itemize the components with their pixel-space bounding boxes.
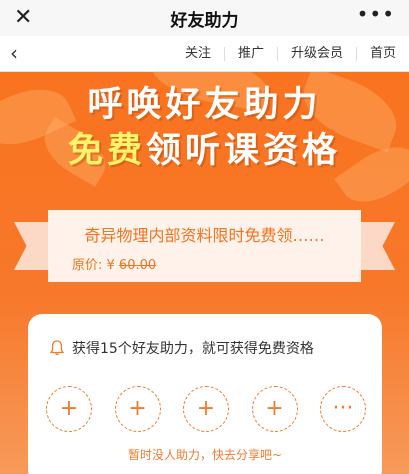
close-icon[interactable]: ✕ — [14, 4, 32, 32]
helper-card: 获得15个好友助力，就可获得免费资格 + + + + ··· 暂时没人助力，快去… — [28, 314, 382, 474]
headline-invite: 呼唤好友助力 — [87, 85, 322, 125]
page-title: 好友助力 — [170, 10, 239, 31]
course-ribbon: 奇异物理内部资料限时免费领…… 原价: ¥ 60.00 — [48, 210, 361, 282]
helper-slots: + + + + ··· — [46, 386, 366, 432]
more-slots-icon[interactable]: ··· — [320, 386, 366, 432]
back-icon[interactable]: ‹ — [10, 41, 18, 65]
more-icon[interactable]: ••• — [357, 2, 395, 26]
headline-rest: 领听课资格 — [146, 131, 342, 171]
helper-slot[interactable]: + — [46, 386, 92, 432]
helper-tip-text: 获得15个好友助力，就可获得免费资格 — [72, 341, 314, 357]
helper-tip: 获得15个好友助力，就可获得免费资格 — [50, 338, 314, 358]
headline-highlight: 免费 — [67, 131, 146, 171]
nav-link-follow[interactable]: 关注 — [172, 47, 224, 61]
nav-link-upgrade[interactable]: 升级会员 — [276, 47, 356, 61]
share-hint: 暂时没人助力，快去分享吧~ — [127, 448, 283, 462]
nav-link-home[interactable]: 首页 — [355, 47, 409, 61]
price-label: 原价: ¥ — [72, 258, 119, 273]
bell-icon — [50, 340, 64, 356]
nav-links: 关注 推广 升级会员 首页 — [172, 36, 409, 72]
original-price: 原价: ¥ 60.00 — [72, 254, 156, 273]
headline-free: 免费领听课资格 — [0, 130, 409, 172]
course-title: 奇异物理内部资料限时免费领…… — [84, 226, 325, 245]
title-bar: ✕ 好友助力 ••• — [0, 0, 409, 36]
helper-slot[interactable]: + — [251, 386, 298, 432]
nav-link-promote[interactable]: 推广 — [223, 47, 277, 61]
helper-slot[interactable]: + — [183, 386, 229, 432]
helper-slot[interactable]: + — [114, 386, 161, 432]
nav-bar: ‹ 关注 推广 升级会员 首页 — [0, 36, 409, 72]
price-value: 60.00 — [118, 258, 157, 273]
